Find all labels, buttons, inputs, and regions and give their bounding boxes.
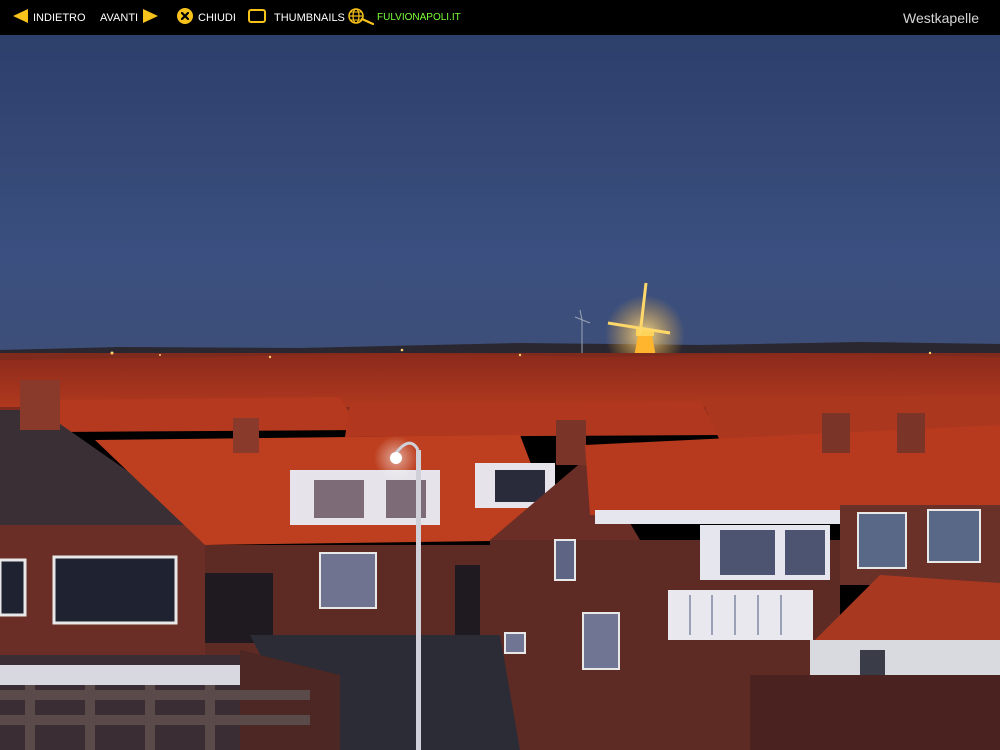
back-label: INDIETRO — [33, 11, 86, 24]
close-icon — [177, 8, 193, 27]
forward-button[interactable]: AVANTI — [100, 0, 159, 35]
thumbnails-button[interactable]: THUMBNAILS — [248, 0, 345, 35]
close-button[interactable]: CHIUDI — [177, 0, 236, 35]
toolbar: INDIETRO AVANTI CHIUDI THUMBNAILS FULVIO… — [0, 0, 1000, 35]
thumbnails-label: THUMBNAILS — [274, 11, 345, 24]
site-link[interactable]: FULVIONAPOLI.IT — [348, 0, 461, 35]
main-photo — [0, 35, 1000, 750]
globe-search-icon — [348, 7, 375, 28]
arrow-right-icon — [143, 9, 159, 26]
arrow-left-icon — [13, 9, 28, 26]
back-button[interactable]: INDIETRO — [13, 0, 86, 35]
photo-title: Westkapelle — [902, 9, 979, 26]
thumbnails-icon — [248, 9, 266, 26]
forward-label: AVANTI — [100, 11, 139, 24]
close-label: CHIUDI — [198, 11, 236, 24]
site-link-label: FULVIONAPOLI.IT — [377, 12, 461, 23]
